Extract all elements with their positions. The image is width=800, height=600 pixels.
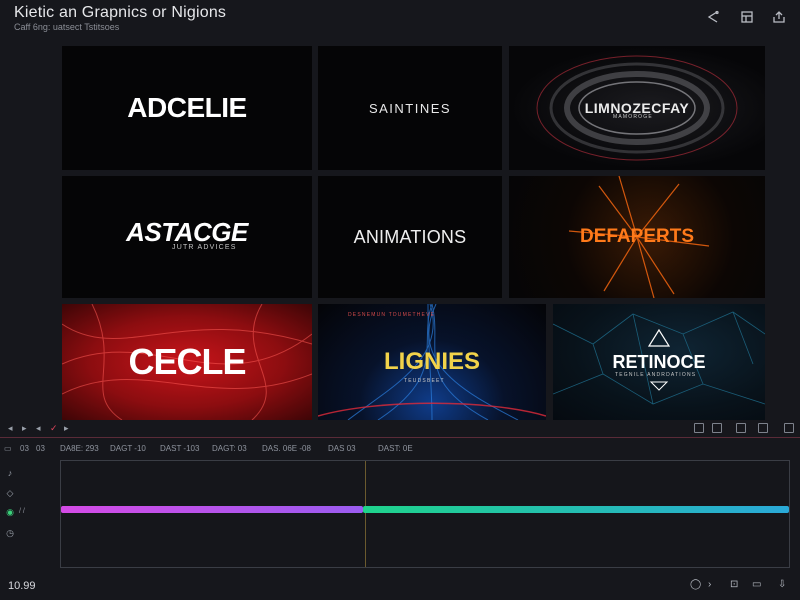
download-icon[interactable]: ⇩ (778, 579, 786, 590)
playhead[interactable] (365, 461, 366, 567)
share-icon[interactable] (706, 10, 720, 24)
snap-icon[interactable] (736, 423, 746, 433)
checkmark-icon[interactable]: ✓ (50, 423, 58, 434)
tile-subtitle: JUTR ADVICES (172, 244, 237, 251)
tile-caption: DESNEMUN TDUMETHEVE (348, 312, 436, 318)
list-view-icon[interactable] (712, 423, 722, 433)
playback-icon[interactable]: ▸ (64, 423, 69, 434)
ruler-label: 03 (36, 444, 45, 453)
tile-title: LIGNIES (383, 348, 480, 375)
export-frame-icon[interactable]: ⊡ (730, 579, 738, 590)
ruler-label: DAST: 0E (378, 444, 413, 453)
track-next-icon[interactable]: ▸ (22, 423, 27, 434)
tile-subtitle: TEUDSBEET (404, 378, 445, 384)
track-label: / / (19, 508, 25, 515)
template-tile-5[interactable]: ANIMATIONS (318, 176, 502, 298)
app-title: Kietic an Grapnics or Nigions (14, 4, 227, 21)
template-tile-8[interactable]: DESNEMUN TDUMETHEVE LIGNIES TEUDSBEET (318, 304, 546, 420)
template-tile-9[interactable]: RETINOCE TEGNILE ANDRDATIONS (553, 304, 765, 420)
export-icon[interactable] (772, 10, 786, 24)
grid-view-icon[interactable] (694, 423, 704, 433)
loop-icon[interactable]: ◯ (690, 579, 701, 590)
ruler-label: DA8E: 293 (60, 444, 99, 453)
template-tile-1[interactable]: ADCELIE (62, 46, 312, 170)
tile-subtitle: TEGNILE ANDRDATIONS (615, 372, 697, 378)
tile-title: RETINOCE (612, 351, 706, 372)
tile-title: ADCELIE (127, 92, 247, 123)
ruler-label: DAGT -10 (110, 444, 146, 453)
time-display: 10.99 (8, 580, 36, 592)
tile-title: CECLE (128, 341, 246, 382)
tile-title: ANIMATIONS (353, 226, 467, 247)
template-tile-6[interactable]: DEFAPERTS (509, 176, 765, 298)
visibility-icon[interactable]: ◇ (5, 488, 15, 498)
template-tile-2[interactable]: SAINTINES (318, 46, 502, 170)
timeline-toolbar: ◂ ▸ ◂ ✓ ▸ (0, 421, 800, 437)
timeline-clip-b[interactable] (363, 506, 789, 513)
ruler-label: ▭ (4, 444, 12, 453)
template-tile-4[interactable]: ASTACGE JUTR ADVICES (62, 176, 312, 298)
tile-subtitle: MAMOROGE (613, 114, 653, 120)
fullscreen-icon[interactable] (784, 423, 794, 433)
ruler-label: DAS 03 (328, 444, 356, 453)
ruler-label: DAS. 06E -08 (262, 444, 311, 453)
tile-title: DEFAPERTS (579, 226, 695, 247)
aspect-icon[interactable]: ▭ (752, 579, 761, 590)
next-frame-icon[interactable]: › (708, 579, 711, 590)
marker-icon[interactable]: ◂ (36, 423, 41, 434)
timeline-clip-a[interactable] (61, 506, 363, 513)
timeline-divider (0, 437, 800, 438)
active-track-icon[interactable]: ◉ (5, 507, 15, 517)
audio-track-icon[interactable]: ♪ (5, 468, 15, 478)
settings-icon[interactable] (758, 423, 768, 433)
footer-controls: ◯ › ⊡ ▭ ⇩ (690, 579, 800, 591)
layout-icon[interactable] (740, 10, 754, 24)
tile-title: ASTACGE (126, 216, 248, 247)
app-subtitle: Caff 6ng: uatsect Tstitsoes (14, 22, 120, 32)
track-prev-icon[interactable]: ◂ (8, 423, 13, 434)
template-tile-3[interactable]: LIMNOZECFAY MAMOROGE (509, 46, 765, 170)
timeline-ruler[interactable]: ▭ 03 03 DA8E: 293 DAGT -10 DAST -103 DAG… (0, 441, 800, 455)
template-tile-7[interactable]: CECLE (62, 304, 312, 420)
template-grid: ADCELIE SAINTINES LIMNOZECFAY MAMOROGE A… (60, 44, 768, 420)
timeline-track-area[interactable] (60, 460, 790, 568)
ruler-label: DAST -103 (160, 444, 200, 453)
ruler-label: 03 (20, 444, 29, 453)
tile-title: SAINTINES (368, 100, 452, 116)
lock-track-icon[interactable]: ◷ (5, 528, 15, 538)
ruler-label: DAGT: 03 (212, 444, 247, 453)
